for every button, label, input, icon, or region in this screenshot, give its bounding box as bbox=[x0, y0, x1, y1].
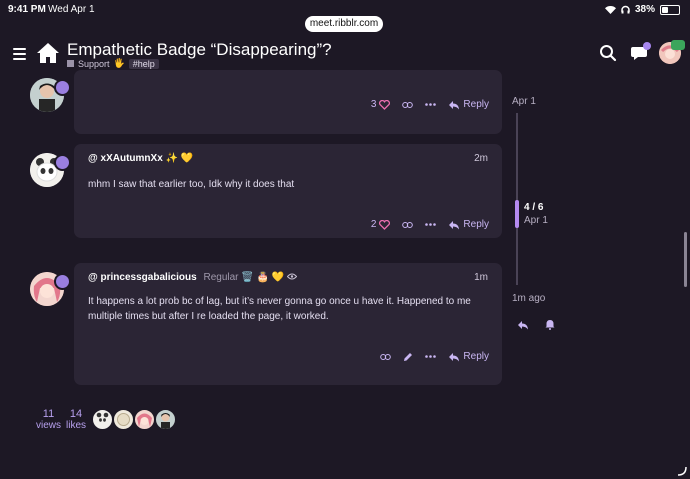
status-right: 38% bbox=[604, 4, 680, 15]
like-count: 3 bbox=[370, 99, 377, 110]
post-username[interactable]: @ xXAutumnXx ✨ 💛 bbox=[88, 153, 193, 164]
avatar-image bbox=[161, 413, 170, 429]
scrollbar[interactable] bbox=[684, 232, 687, 287]
views-label: views bbox=[36, 420, 62, 431]
timeline-handle[interactable] bbox=[515, 200, 519, 228]
more-icon bbox=[425, 103, 437, 106]
timeline-position-date: Apr 1 bbox=[524, 215, 548, 226]
status-time: 9:41 PM bbox=[8, 4, 46, 15]
like-button[interactable]: 2 bbox=[371, 219, 391, 230]
reply-button[interactable]: Reply bbox=[448, 351, 489, 362]
post-actions: Reply bbox=[368, 351, 489, 362]
post-body: It happens a lot prob bc of lag, but it’… bbox=[88, 296, 471, 322]
views-count: 11 bbox=[42, 408, 55, 420]
category-color-icon bbox=[67, 60, 74, 67]
link-button[interactable] bbox=[402, 221, 414, 229]
search-icon[interactable] bbox=[599, 44, 617, 62]
avatar-image bbox=[117, 413, 130, 426]
post-actions: 3 Reply bbox=[359, 99, 489, 110]
views-stat: 11 views bbox=[36, 408, 61, 431]
post-body: mhm I saw that earlier too, Idk why it d… bbox=[88, 179, 295, 190]
link-button[interactable] bbox=[380, 353, 392, 361]
like-count: 2 bbox=[370, 219, 377, 230]
reply-label: Reply bbox=[463, 351, 489, 362]
timeline-start-date[interactable]: Apr 1 bbox=[512, 96, 536, 107]
battery-icon bbox=[660, 4, 680, 15]
post-time[interactable]: 2m bbox=[474, 153, 488, 164]
flair-badge bbox=[54, 154, 71, 171]
reply-label: Reply bbox=[463, 99, 489, 110]
link-icon bbox=[402, 101, 414, 108]
more-button[interactable] bbox=[425, 355, 437, 358]
post-card: @ princessgabalicious Regular 🗑️ 🎂 💛 1m … bbox=[74, 263, 502, 385]
topic-category[interactable]: Support 🖐 #help bbox=[67, 58, 159, 69]
notification-badge[interactable] bbox=[671, 40, 685, 50]
timeline-track[interactable] bbox=[516, 113, 518, 285]
participant-avatar[interactable] bbox=[92, 409, 113, 430]
user-title-badge: Regular bbox=[203, 272, 239, 283]
resize-handle-icon[interactable] bbox=[677, 466, 687, 476]
reply-icon bbox=[449, 100, 460, 109]
more-button[interactable] bbox=[425, 103, 437, 106]
post-actions: 2 Reply bbox=[359, 219, 489, 230]
page-title[interactable]: Empathetic Badge “Disappearing”? bbox=[67, 40, 332, 60]
category-emoji: 🖐 bbox=[113, 58, 125, 68]
headphones-icon bbox=[621, 5, 630, 14]
post-username[interactable]: @ princessgabalicious Regular 🗑️ 🎂 💛 bbox=[88, 272, 298, 283]
avatar-image bbox=[137, 413, 152, 427]
eye-icon bbox=[286, 273, 298, 280]
reply-icon bbox=[449, 220, 460, 229]
link-button[interactable] bbox=[402, 101, 414, 109]
reply-icon[interactable] bbox=[517, 320, 529, 330]
flair-badge bbox=[54, 273, 71, 290]
more-icon bbox=[425, 355, 437, 358]
likes-count: 14 bbox=[69, 408, 83, 420]
participant-avatar[interactable] bbox=[113, 409, 134, 430]
timeline-position: 4 / 6 bbox=[524, 202, 544, 213]
chat-icon[interactable] bbox=[630, 42, 652, 62]
participant-avatar[interactable] bbox=[134, 409, 155, 430]
heart-icon bbox=[379, 99, 391, 110]
timeline-end-label[interactable]: 1m ago bbox=[512, 293, 545, 304]
bell-icon[interactable] bbox=[545, 319, 555, 330]
likes-label: likes bbox=[66, 420, 87, 431]
flair-badge bbox=[54, 79, 71, 96]
edit-button[interactable] bbox=[403, 352, 413, 362]
battery-percent: 38% bbox=[634, 4, 655, 15]
more-button[interactable] bbox=[425, 223, 437, 226]
home-icon[interactable] bbox=[36, 42, 60, 64]
heart-icon bbox=[379, 219, 391, 230]
wifi-icon bbox=[604, 5, 616, 14]
post-card: 3 Reply bbox=[74, 70, 502, 134]
link-icon bbox=[380, 353, 392, 360]
edit-icon bbox=[404, 352, 413, 361]
url-bar[interactable]: meet.ribblr.com bbox=[305, 16, 383, 32]
link-icon bbox=[402, 221, 414, 228]
post-card: @ xXAutumnXx ✨ 💛 2m mhm I saw that earli… bbox=[74, 144, 502, 238]
reply-icon bbox=[449, 352, 460, 361]
post-time[interactable]: 1m bbox=[474, 272, 488, 283]
reply-label: Reply bbox=[463, 219, 489, 230]
username-emojis: 🗑️ 🎂 💛 bbox=[241, 272, 285, 283]
menu-icon[interactable] bbox=[13, 48, 26, 60]
username-emojis: ✨ 💛 bbox=[165, 153, 194, 164]
topic-tag[interactable]: #help bbox=[128, 58, 159, 69]
reply-button[interactable]: Reply bbox=[448, 219, 489, 230]
like-button[interactable]: 3 bbox=[371, 99, 391, 110]
participant-avatar[interactable] bbox=[155, 409, 176, 430]
status-date: Wed Apr 1 bbox=[48, 4, 95, 15]
reply-button[interactable]: Reply bbox=[448, 99, 489, 110]
category-label: Support bbox=[78, 58, 110, 69]
more-icon bbox=[425, 223, 437, 226]
likes-stat: 14 likes bbox=[66, 408, 86, 431]
avatar-image bbox=[96, 412, 109, 422]
